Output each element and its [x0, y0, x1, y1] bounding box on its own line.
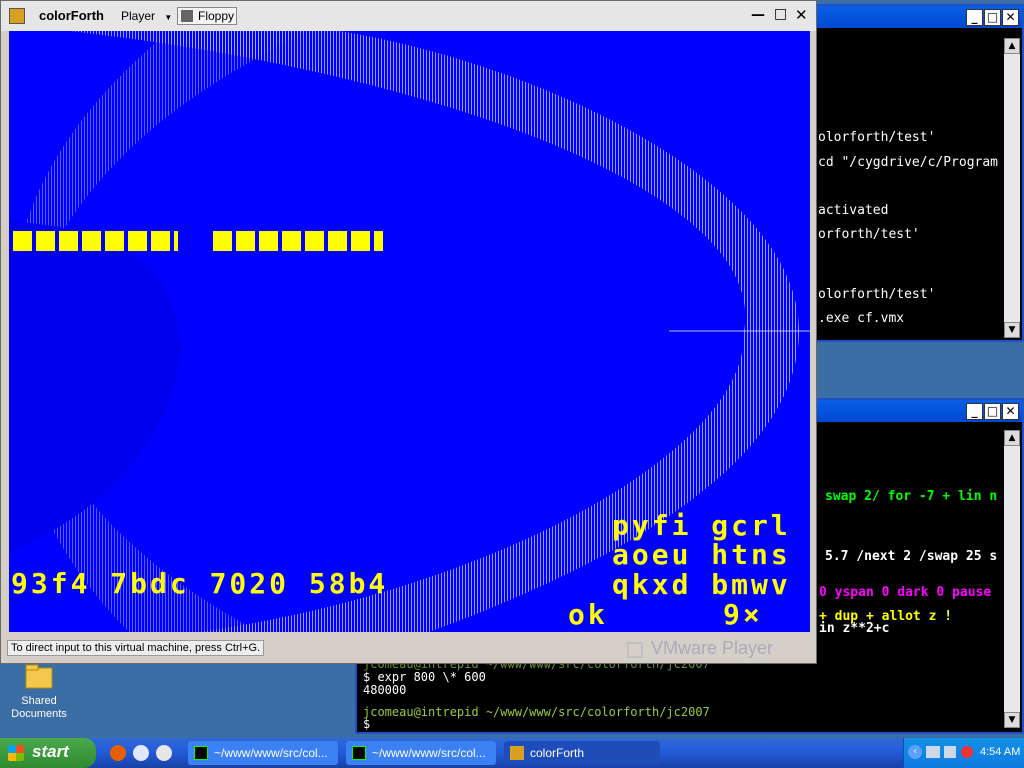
- minimize-button[interactable]: —: [751, 7, 765, 23]
- ok-label: ok: [568, 598, 608, 631]
- terminal-window-top[interactable]: _ □ ✕ olorforth/test' cd "/cygdrive/c/Pr…: [814, 4, 1024, 342]
- terminal-line: activated: [818, 203, 889, 218]
- yellow-blocks-row: [13, 231, 393, 253]
- vm-titlebar[interactable]: colorForth Player ▼ Floppy — □ ✕: [1, 1, 816, 31]
- scroll-up-button[interactable]: ▲: [1004, 38, 1020, 54]
- window-title: colorForth: [39, 8, 104, 23]
- terminal-line: in z**2+c: [819, 621, 890, 636]
- start-button[interactable]: start: [0, 738, 96, 768]
- maximize-button[interactable]: □: [774, 6, 787, 22]
- taskbar: start ~/www/www/src/col... ~/www/www/src…: [0, 738, 1024, 768]
- scroll-down-button[interactable]: ▼: [1004, 322, 1020, 338]
- guest-screen[interactable]: 93f4 7bdc 7020 58b4 pyfi gcrl aoeu htns …: [9, 31, 810, 632]
- floppy-icon: [181, 10, 193, 22]
- taskbar-button-label: ~/www/www/src/col...: [372, 746, 486, 760]
- scroll-down-button[interactable]: ▼: [1004, 712, 1020, 728]
- close-button[interactable]: ✕: [795, 6, 808, 24]
- vm-status-bar: To direct input to this virtual machine,…: [1, 635, 816, 663]
- terminal-line: cd "/cygdrive/c/Program: [818, 155, 999, 170]
- terminal-line: olorforth/test': [818, 130, 936, 145]
- scroll-up-button[interactable]: ▲: [1004, 430, 1020, 446]
- key-hint: 9×: [723, 598, 763, 631]
- firefox-icon[interactable]: [110, 745, 126, 761]
- chevron-left-icon[interactable]: ‹: [908, 745, 922, 759]
- terminal-scrollbar[interactable]: ▲ ▼: [1004, 430, 1020, 728]
- terminal-line: olorforth/test': [818, 287, 936, 302]
- terminal-line: orforth/test': [818, 227, 920, 242]
- chevron-down-icon: ▼: [164, 13, 173, 22]
- terminal-cursor-line[interactable]: $: [363, 717, 370, 731]
- terminal-icon: [352, 746, 366, 760]
- terminal-prompt: jcomeau@intrepid ~/www/www/src/colorfort…: [363, 705, 710, 719]
- vmware-logo-text: VMware Player: [651, 638, 774, 658]
- terminal-command: $ expr 800 \* 600: [363, 670, 486, 684]
- stack-values: 93f4 7bdc 7020 58b4: [11, 567, 389, 600]
- terminal-scrollbar[interactable]: ▲ ▼: [1004, 38, 1020, 338]
- status-hint: To direct input to this virtual machine,…: [7, 640, 265, 656]
- folder-icon: [25, 664, 53, 689]
- start-label: start: [32, 742, 69, 761]
- browser-icon[interactable]: [133, 745, 149, 761]
- terminal-icon: [194, 746, 208, 760]
- terminal-output: 480000: [363, 683, 407, 697]
- desktop: { "vm_window": { "title": "colorForth", …: [0, 0, 1024, 768]
- windows-logo-icon: [8, 745, 24, 761]
- keyboard-row-2: aoeu htns: [612, 538, 791, 571]
- system-tray: ‹ 4:54 AM: [903, 738, 1024, 768]
- taskbar-button-label: ~/www/www/src/col...: [214, 746, 328, 760]
- clock[interactable]: 4:54 AM: [980, 746, 1020, 758]
- taskbar-button-colorforth[interactable]: colorForth: [504, 741, 660, 765]
- taskbar-button-terminal-2[interactable]: ~/www/www/src/col...: [346, 741, 496, 765]
- player-menu[interactable]: Player ▼: [121, 9, 172, 23]
- taskbar-button-terminal-1[interactable]: ~/www/www/src/col...: [188, 741, 338, 765]
- network-icon[interactable]: [926, 746, 940, 758]
- terminal-line: .exe cf.vmx: [818, 311, 905, 326]
- media-icon[interactable]: [156, 745, 172, 761]
- minimize-button[interactable]: _: [966, 403, 983, 420]
- terminal-line: 5.7 /next 2 /swap 25 s: [825, 549, 998, 564]
- security-icon[interactable]: [961, 746, 973, 758]
- maximize-button[interactable]: □: [984, 403, 1001, 420]
- vmware-player-window[interactable]: colorForth Player ▼ Floppy — □ ✕ 93f4 7b…: [0, 0, 817, 664]
- maximize-button[interactable]: □: [984, 9, 1001, 26]
- player-menu-label: Player: [121, 9, 156, 23]
- shared-documents-icon[interactable]: Shared Documents: [6, 662, 72, 722]
- taskbar-button-label: colorForth: [530, 746, 585, 760]
- minimize-button[interactable]: _: [966, 9, 983, 26]
- floppy-label: Floppy: [198, 9, 235, 23]
- keyboard-row-3: qkxd bmwv: [612, 568, 791, 601]
- terminal-line: swap 2/ for -7 + lin n: [825, 489, 998, 504]
- close-button[interactable]: ✕: [1002, 403, 1019, 420]
- vmware-logo-icon: [627, 642, 643, 658]
- vmware-app-icon: [510, 746, 524, 760]
- desktop-icon-label: Shared Documents: [11, 695, 67, 720]
- floppy-button[interactable]: Floppy: [177, 7, 237, 25]
- volume-icon[interactable]: [944, 746, 956, 758]
- close-button[interactable]: ✕: [1002, 9, 1019, 26]
- terminal-line: 0 yspan 0 dark 0 pause: [819, 585, 992, 600]
- vmware-app-icon: [9, 8, 25, 24]
